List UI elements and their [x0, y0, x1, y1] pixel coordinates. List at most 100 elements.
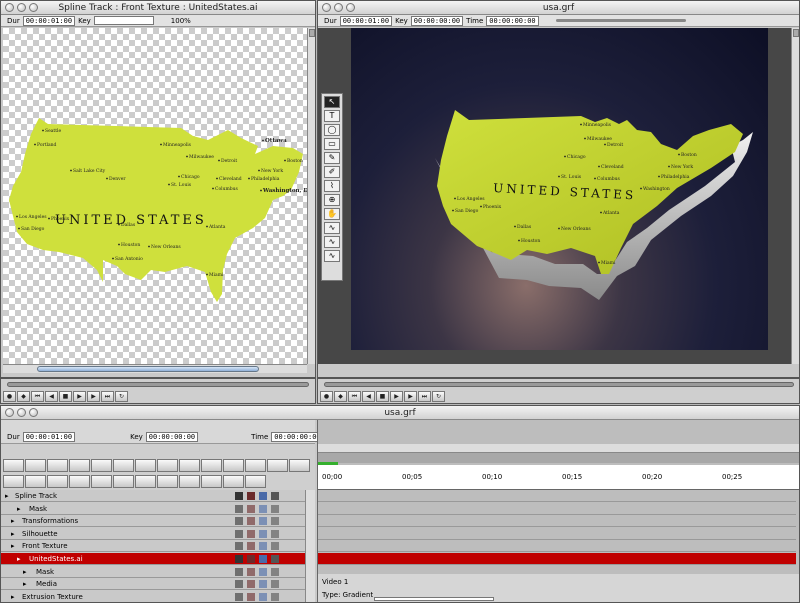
- rect-tool-icon[interactable]: ▭: [324, 138, 340, 150]
- folder-icon[interactable]: [245, 459, 266, 472]
- zoom-button[interactable]: [29, 3, 38, 12]
- visibility-icon[interactable]: [235, 580, 243, 589]
- cube-icon[interactable]: [113, 474, 134, 488]
- disclosure-triangle-icon[interactable]: ▸: [17, 553, 21, 565]
- texture-icon[interactable]: [201, 459, 222, 472]
- hand-tool-icon[interactable]: ✋: [324, 208, 340, 220]
- sound-icon[interactable]: [47, 474, 68, 488]
- timeline-track-bar[interactable]: [318, 540, 796, 553]
- channel-icon[interactable]: [259, 517, 267, 526]
- time-slider[interactable]: [555, 19, 686, 22]
- dot-icon[interactable]: [245, 474, 266, 488]
- link-icon[interactable]: [271, 542, 279, 551]
- stage-icon[interactable]: [25, 459, 46, 472]
- gradient-icon[interactable]: [157, 459, 178, 472]
- link-icon[interactable]: [271, 580, 279, 589]
- left-scrub-slider[interactable]: [7, 382, 309, 387]
- layers-icon[interactable]: [113, 459, 134, 472]
- brush-tool-icon[interactable]: ✐: [324, 166, 340, 178]
- stop-icon[interactable]: ■: [59, 391, 72, 402]
- minimize-button[interactable]: [17, 408, 26, 417]
- minimize-button[interactable]: [334, 3, 343, 12]
- link-icon[interactable]: [271, 504, 279, 513]
- record-icon[interactable]: ◆: [17, 391, 30, 402]
- work-area-bar[interactable]: [318, 453, 799, 463]
- lock-icon[interactable]: [247, 555, 255, 563]
- link-icon[interactable]: [271, 567, 279, 576]
- forward-end-icon[interactable]: ⏭: [418, 391, 431, 402]
- path-icon[interactable]: [201, 474, 222, 488]
- matte-icon[interactable]: [179, 459, 200, 472]
- disclosure-triangle-icon[interactable]: ▸: [11, 540, 15, 552]
- visibility-icon[interactable]: [235, 555, 243, 563]
- loop-icon[interactable]: ↻: [432, 391, 445, 402]
- step-forward-icon[interactable]: ▶: [87, 391, 100, 402]
- close-button[interactable]: [5, 408, 14, 417]
- disclosure-triangle-icon[interactable]: ▸: [11, 515, 15, 527]
- filter-icon[interactable]: [25, 474, 46, 488]
- disclosure-triangle-icon[interactable]: ▸: [11, 591, 15, 602]
- disclosure-triangle-icon[interactable]: ▸: [5, 490, 9, 502]
- media-icon[interactable]: [223, 459, 244, 472]
- texture-canvas[interactable]: UNITED STATES Seattle Portland Salt Lake C…: [3, 28, 315, 364]
- visibility-icon[interactable]: [235, 542, 243, 551]
- minimize-button[interactable]: [17, 3, 26, 12]
- track-row[interactable]: ▸ Mask: [1, 503, 305, 515]
- track-list-scrollbar[interactable]: [305, 490, 315, 602]
- track-row[interactable]: ▸ UnitedStates.ai: [1, 553, 305, 565]
- scroll-arrow-icon[interactable]: [793, 29, 799, 37]
- step-forward-icon[interactable]: ▶: [404, 391, 417, 402]
- channel-icon[interactable]: [259, 567, 267, 576]
- close-button[interactable]: [322, 3, 331, 12]
- track-row[interactable]: ▸ Spline Track: [1, 490, 305, 502]
- dur-field[interactable]: 00:00:01:00: [22, 15, 76, 26]
- visibility-icon[interactable]: [235, 529, 243, 538]
- zoom-button[interactable]: [29, 408, 38, 417]
- stop-icon[interactable]: ■: [376, 391, 389, 402]
- link-icon[interactable]: [271, 555, 279, 563]
- timeline-track-bar[interactable]: [318, 553, 796, 565]
- bevel-icon[interactable]: [69, 459, 90, 472]
- track-row[interactable]: ▸ Mask: [1, 566, 305, 578]
- link-icon[interactable]: [271, 517, 279, 526]
- disclosure-triangle-icon[interactable]: ▸: [23, 578, 27, 590]
- channel-icon[interactable]: [259, 580, 267, 589]
- disclosure-triangle-icon[interactable]: ▸: [11, 528, 15, 540]
- link-icon[interactable]: [271, 492, 279, 500]
- dur-field[interactable]: 00:00:01:00: [339, 15, 393, 26]
- vertical-scrollbar[interactable]: [307, 28, 315, 364]
- channel-icon[interactable]: [259, 492, 267, 500]
- disc-icon[interactable]: [157, 474, 178, 488]
- render-icon[interactable]: ●: [3, 391, 16, 402]
- timeline-track-bar[interactable]: [318, 490, 796, 502]
- play-icon[interactable]: ▶: [390, 391, 403, 402]
- square-icon[interactable]: [91, 459, 112, 472]
- key-field[interactable]: [93, 16, 154, 25]
- track-row[interactable]: ▸ Extrusion Texture: [1, 591, 305, 602]
- timeline-track-bar[interactable]: [318, 502, 796, 515]
- visibility-icon[interactable]: [235, 504, 243, 513]
- column-icon[interactable]: [135, 459, 156, 472]
- visibility-icon[interactable]: [235, 567, 243, 576]
- curve-tool-3-icon[interactable]: ∿: [324, 250, 340, 262]
- track-row[interactable]: ▸ Media: [1, 578, 305, 591]
- horizontal-scrollbar[interactable]: [3, 364, 307, 373]
- timeline-zoom-track[interactable]: [318, 444, 799, 453]
- ellipse-tool-icon[interactable]: ◯: [324, 124, 340, 136]
- circle-icon[interactable]: [223, 474, 244, 488]
- eyedropper-tool-icon[interactable]: ⌇: [324, 180, 340, 192]
- scroll-thumb[interactable]: [37, 366, 259, 372]
- lock-icon[interactable]: [247, 517, 255, 526]
- dur-field[interactable]: 00:00:01:00: [22, 431, 76, 442]
- track-row[interactable]: ▸ Silhouette: [1, 528, 305, 540]
- time-field[interactable]: 00:00:00:00: [271, 431, 324, 442]
- title-bar[interactable]: usa.grf: [1, 406, 799, 420]
- play-icon[interactable]: ▶: [73, 391, 86, 402]
- time-field[interactable]: 00:00:00:00: [486, 15, 539, 26]
- lock-icon[interactable]: [247, 592, 255, 601]
- title-bar[interactable]: Spline Track : Front Texture : UnitedSta…: [1, 1, 315, 15]
- step-back-icon[interactable]: ◀: [362, 391, 375, 402]
- disclosure-triangle-icon[interactable]: ▸: [17, 503, 21, 515]
- curve-tool-2-icon[interactable]: ∿: [324, 236, 340, 248]
- rewind-start-icon[interactable]: ⏮: [348, 391, 361, 402]
